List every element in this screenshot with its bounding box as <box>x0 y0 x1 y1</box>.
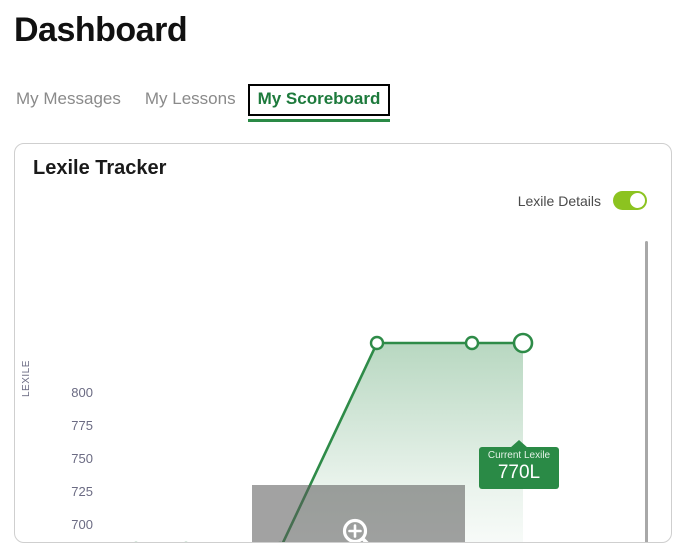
lexile-details-label: Lexile Details <box>517 192 601 209</box>
vertical-scrollbar[interactable] <box>645 241 648 542</box>
lexile-tracker-card: Lexile Tracker Lexile Details LEXILE 800… <box>14 143 672 543</box>
click-for-details-overlay[interactable]: Click for Details <box>252 485 465 542</box>
lexile-details-toggle[interactable] <box>613 191 647 210</box>
tab-my-scoreboard[interactable]: My Scoreboard <box>247 84 391 122</box>
tooltip-label: Current Lexile <box>487 450 551 461</box>
card-title: Lexile Tracker <box>33 157 167 179</box>
lexile-chart: LEXILE 800 775 750 725 700 675 650 625 6… <box>15 229 671 542</box>
tab-my-lessons[interactable]: My Lessons <box>133 84 248 118</box>
overlay-content: Click for Details <box>252 515 465 542</box>
tab-my-messages[interactable]: My Messages <box>14 84 133 118</box>
chart-data-point[interactable] <box>464 335 480 351</box>
lexile-details-toggle-row: Lexile Details <box>518 191 647 210</box>
chart-data-point-current[interactable] <box>512 332 534 354</box>
page-title: Dashboard <box>14 11 188 49</box>
current-lexile-tooltip: Current Lexile 770L <box>479 440 559 489</box>
chart-data-point[interactable] <box>369 335 385 351</box>
toggle-knob <box>630 193 645 208</box>
tab-bar: My Messages My Lessons My Scoreboard <box>14 84 391 122</box>
zoom-in-magnifier-icon <box>342 518 369 542</box>
tooltip-value: 770L <box>497 462 541 483</box>
